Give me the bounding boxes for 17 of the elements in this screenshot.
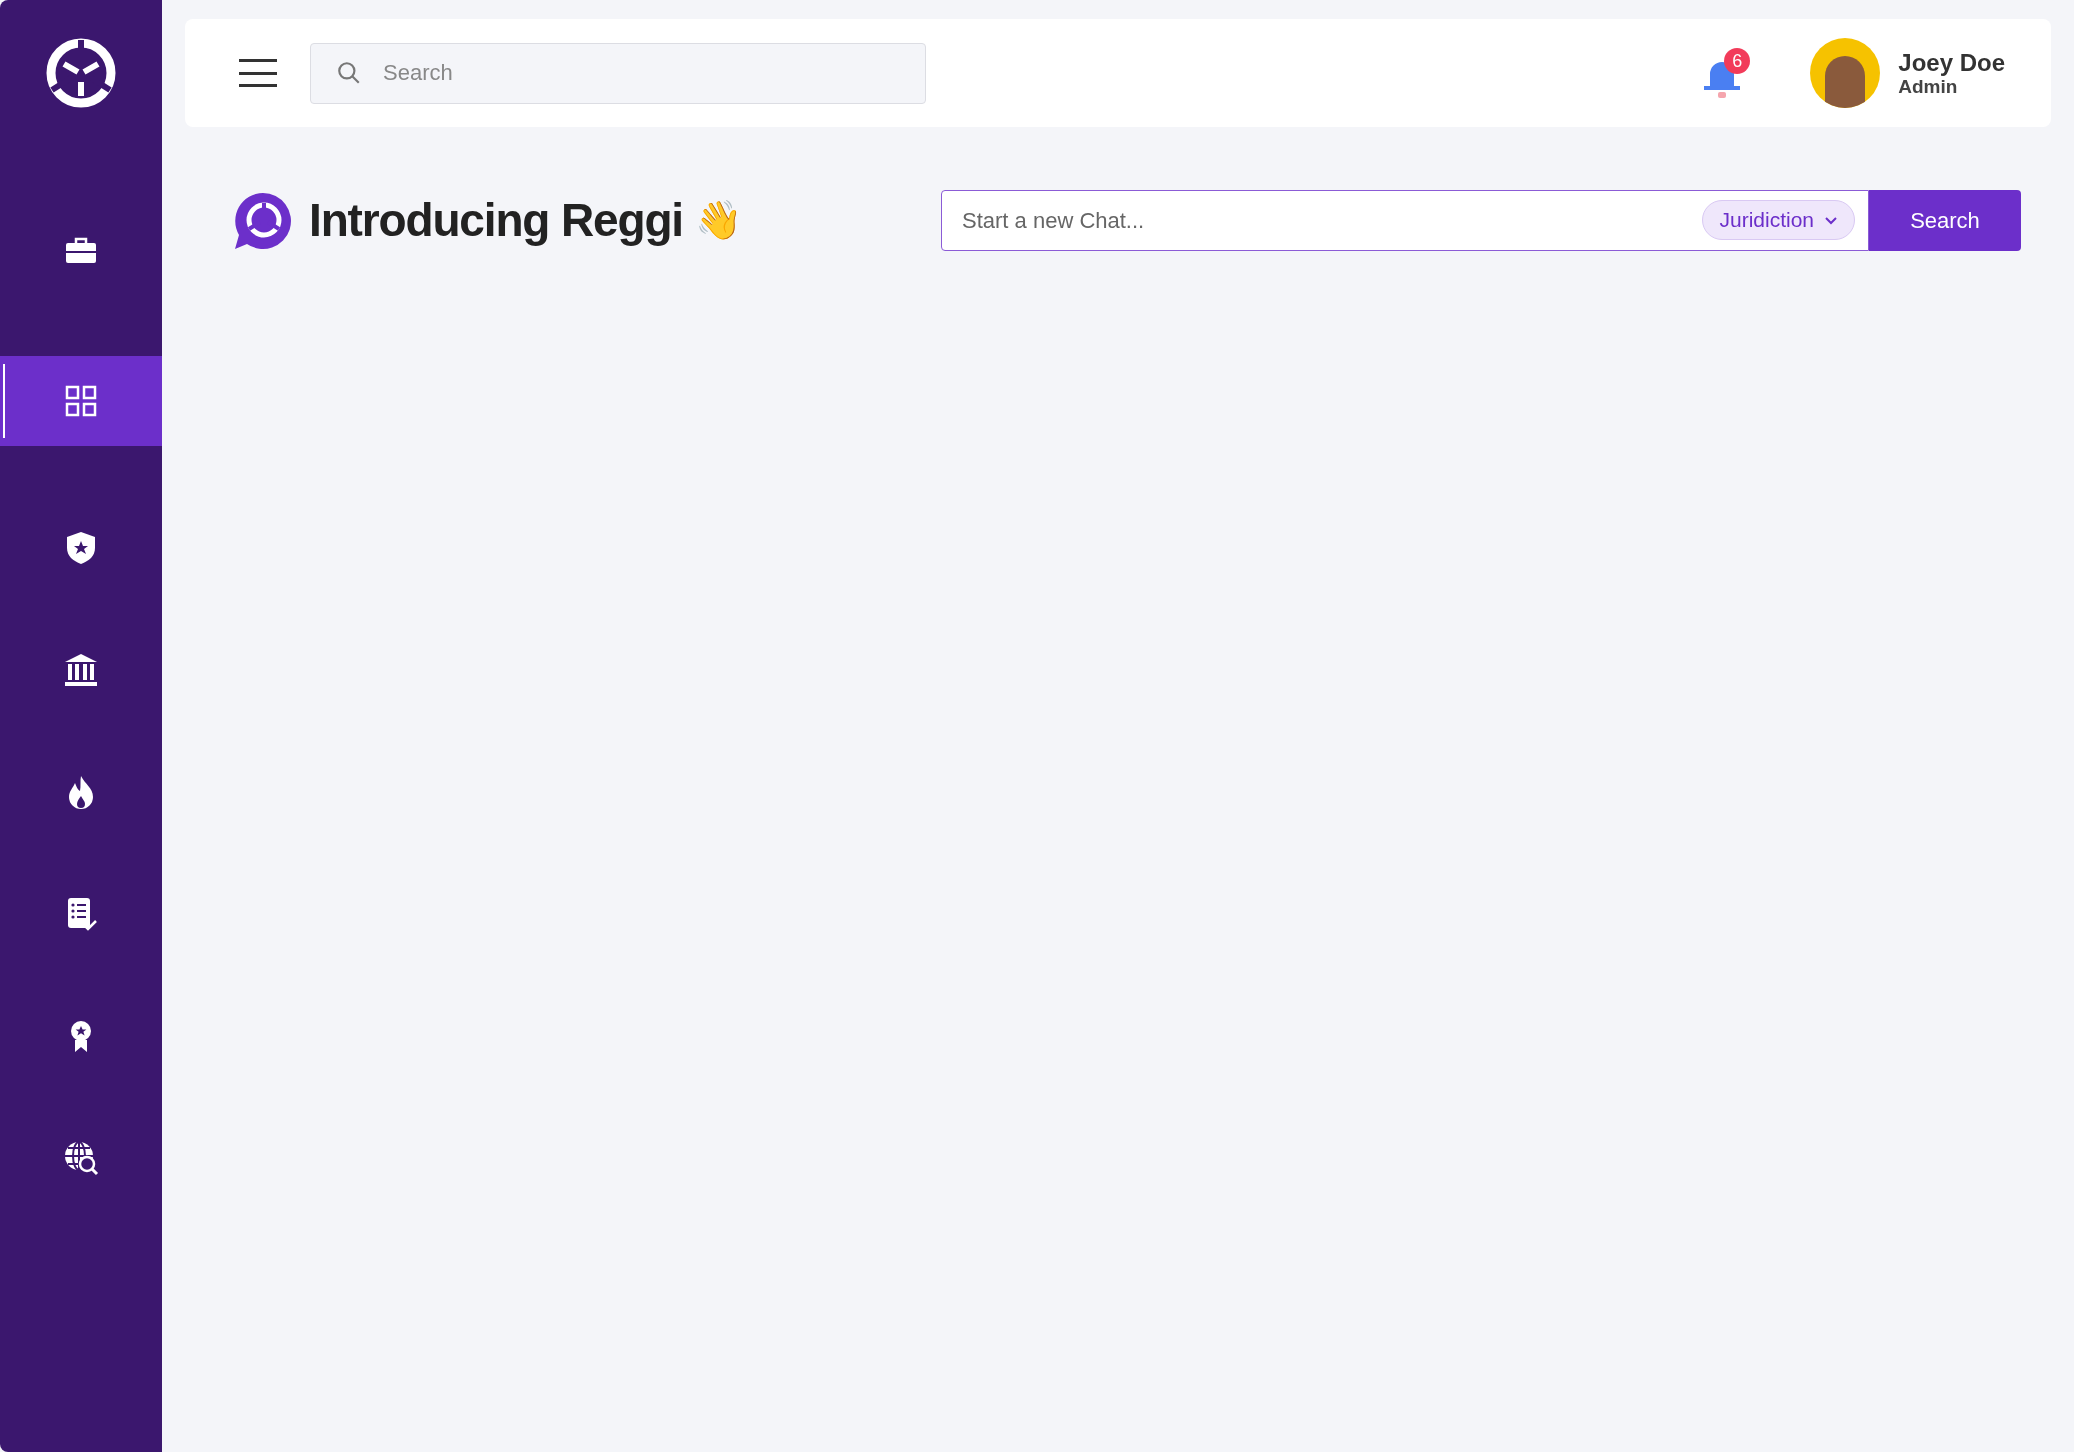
user-name: Joey Doe — [1898, 50, 2005, 75]
menu-button[interactable] — [239, 59, 277, 87]
globe-search-icon — [63, 1140, 99, 1176]
jurisdiction-dropdown[interactable]: Juridiction — [1702, 200, 1855, 240]
sidebar-item[interactable] — [0, 356, 162, 446]
chevron-down-icon — [1824, 215, 1838, 225]
bank-icon — [63, 652, 99, 688]
waving-hand-emoji: 👋 — [694, 197, 742, 244]
chat-logo-icon — [233, 190, 293, 251]
search-field[interactable]: Search — [310, 42, 926, 104]
search-icon — [336, 59, 362, 86]
user-role: Admin — [1898, 76, 1959, 96]
notification-badge: 6 — [1724, 48, 1751, 74]
search-button[interactable]: Search — [1869, 190, 2021, 251]
grid-icon — [63, 383, 99, 419]
page-title: Introducing Reggi — [309, 193, 683, 248]
logo-icon — [44, 36, 118, 110]
